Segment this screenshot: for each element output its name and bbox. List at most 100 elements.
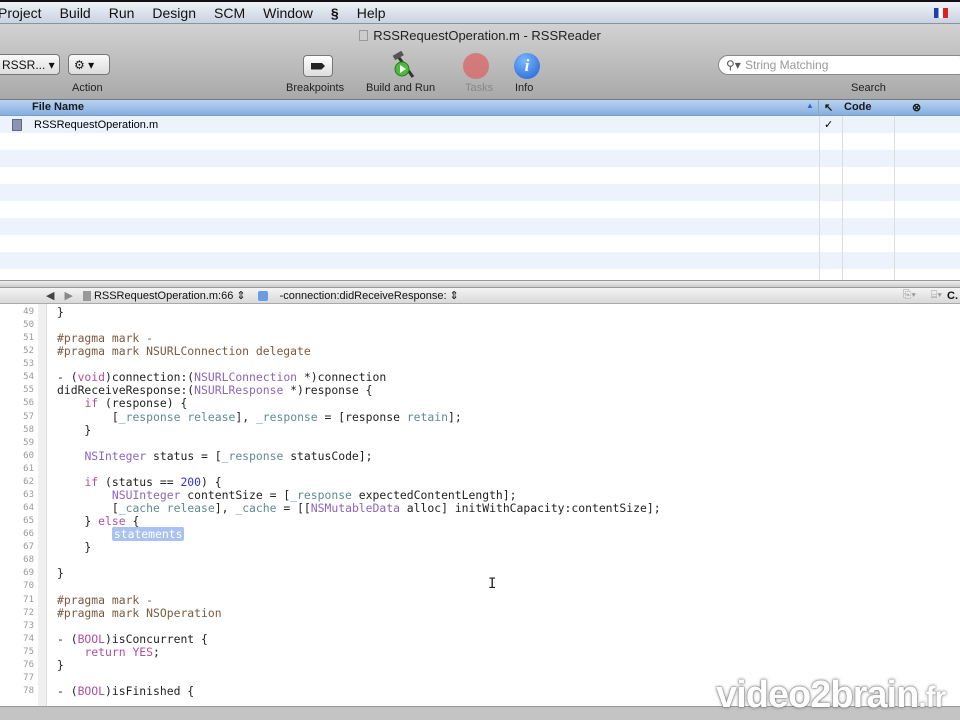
code-token: release bbox=[187, 409, 236, 424]
code-text: } bbox=[57, 306, 64, 319]
search-placeholder: String Matching bbox=[745, 58, 829, 72]
toolbar: RSSRequestOperation.m - RSSReader RSSR..… bbox=[0, 24, 960, 100]
line-number: 51 bbox=[23, 333, 34, 344]
code-text: if (response) { bbox=[57, 397, 187, 410]
placeholder-token[interactable]: statements bbox=[111, 527, 185, 542]
code-line: 59 bbox=[0, 437, 960, 450]
code-text: #pragma mark NSURLConnection delegate bbox=[57, 345, 311, 358]
code-token: #pragma mark NSURLConnection delegate bbox=[57, 344, 311, 359]
code-token: _cache bbox=[235, 501, 277, 516]
code-token: ; bbox=[153, 644, 160, 659]
menu-run[interactable]: Run bbox=[109, 5, 135, 21]
code-token: )connection:( bbox=[105, 370, 195, 385]
menu-window[interactable]: Window bbox=[263, 5, 313, 21]
search-icon: ⚲▾ bbox=[726, 58, 741, 72]
tasks-button[interactable] bbox=[461, 52, 491, 80]
action-label: Action bbox=[72, 82, 103, 94]
bookmarks-icon[interactable]: ⎘▾ bbox=[903, 289, 916, 302]
menu-design[interactable]: Design bbox=[152, 5, 196, 21]
menu-build[interactable]: Build bbox=[60, 5, 91, 21]
code-token: )isConcurrent { bbox=[105, 631, 208, 646]
code-text: NSUInteger contentSize = [_response expe… bbox=[57, 488, 517, 502]
line-number: 57 bbox=[23, 411, 34, 422]
code-token: retain bbox=[406, 409, 448, 424]
line-number: 68 bbox=[23, 555, 34, 566]
back-arrow-icon[interactable]: ◀ bbox=[46, 289, 54, 302]
code-token: else bbox=[98, 514, 126, 529]
file-popup[interactable]: RSSRequestOperation.m:66 bbox=[94, 290, 233, 302]
script-menu-icon[interactable]: § bbox=[331, 5, 339, 21]
line-number: 75 bbox=[23, 646, 34, 657]
code-text: } bbox=[57, 541, 91, 554]
code-check-icon: ✓ bbox=[824, 119, 834, 131]
code-token: (status == bbox=[98, 474, 181, 489]
code-token: *)connection bbox=[297, 370, 387, 385]
code-line: 57 [_response release], _response = [res… bbox=[0, 409, 960, 424]
menu-scm[interactable]: SCM bbox=[214, 5, 245, 21]
code-token: } bbox=[57, 657, 64, 672]
file-icon bbox=[12, 118, 22, 131]
code-token: NSMutableData bbox=[310, 501, 400, 516]
code-line: 61 bbox=[0, 463, 960, 476]
code-token: } bbox=[57, 422, 92, 437]
column-code[interactable]: Code bbox=[844, 101, 872, 113]
function-popup[interactable]: -connection:didReceiveResponse: bbox=[280, 290, 447, 302]
file-list-header: File Name ▲ ↖ Code ⊗ bbox=[0, 100, 960, 116]
code-token: #pragma mark NSOperation bbox=[57, 605, 222, 620]
menu-help[interactable]: Help bbox=[357, 5, 386, 21]
forward-arrow-icon[interactable]: ▶ bbox=[64, 289, 72, 302]
chevron-updown-icon: ⇕ bbox=[236, 290, 246, 302]
line-number: 71 bbox=[23, 594, 34, 605]
breakpoints-menu-icon[interactable]: ⌸▾ bbox=[931, 289, 942, 302]
code-token: { bbox=[125, 514, 140, 529]
menu-project[interactable]: Project bbox=[0, 5, 42, 21]
sort-ascending-icon: ▲ bbox=[806, 101, 814, 110]
code-text: [_cache release], _cache = [[NSMutableDa… bbox=[57, 502, 661, 515]
code-text: } else { bbox=[57, 515, 139, 528]
function-icon bbox=[257, 290, 268, 301]
code-token: ) { bbox=[201, 474, 222, 489]
code-editor[interactable]: 49} 50 51 #pragma mark -52 #pragma mark NSUR… bbox=[0, 304, 960, 706]
column-build-icon[interactable]: ↖ bbox=[824, 101, 833, 114]
code-line: 58 } bbox=[0, 422, 960, 437]
code-token: void bbox=[77, 370, 106, 385]
split-view-divider[interactable] bbox=[0, 280, 960, 288]
code-token: } bbox=[57, 305, 64, 319]
code-token: *)response { bbox=[283, 383, 373, 398]
overview-popup[interactable]: RSSR... ▾ bbox=[0, 54, 60, 75]
code-text: [_response release], _response = [respon… bbox=[57, 409, 462, 424]
build-and-run-label: Build and Run bbox=[366, 82, 436, 94]
code-line: 68 bbox=[0, 554, 960, 567]
code-text: return YES; bbox=[57, 644, 160, 659]
code-token: (response) { bbox=[98, 396, 188, 411]
class-hierarchy-icon[interactable]: C. bbox=[947, 290, 958, 302]
code-line: 53 bbox=[0, 358, 960, 371]
input-source-flag-icon[interactable] bbox=[934, 8, 948, 18]
code-text: } bbox=[57, 657, 64, 672]
chevron-updown-icon: ⇕ bbox=[449, 290, 459, 302]
code-text: - (BOOL)isFinished { bbox=[57, 685, 194, 698]
code-line: 49} bbox=[0, 306, 960, 319]
stop-icon bbox=[463, 53, 489, 79]
line-number: 77 bbox=[23, 672, 34, 683]
column-file-name[interactable]: File Name bbox=[32, 101, 84, 113]
code-text: } bbox=[57, 567, 64, 580]
code-line: 76} bbox=[0, 657, 960, 672]
column-errors-icon[interactable]: ⊗ bbox=[912, 101, 921, 114]
code-token: ], bbox=[214, 501, 236, 516]
line-number: 78 bbox=[23, 686, 34, 697]
file-row[interactable]: RSSRequestOperation.m ✓ bbox=[0, 116, 960, 133]
build-and-run-button[interactable] bbox=[389, 51, 419, 80]
video2brain-watermark: video2brain.fr bbox=[716, 674, 946, 716]
action-popup[interactable]: ⚙ ▾ bbox=[68, 54, 110, 75]
code-token: YES bbox=[132, 644, 154, 659]
info-icon: i bbox=[514, 53, 540, 79]
code-token: - ( bbox=[57, 370, 78, 385]
info-button[interactable]: i bbox=[512, 52, 542, 80]
search-field[interactable]: ⚲▾ String Matching bbox=[718, 55, 960, 75]
code-text: didReceiveResponse:(NSURLResponse *)resp… bbox=[57, 384, 372, 397]
breakpoints-button[interactable] bbox=[303, 52, 333, 80]
line-number: 61 bbox=[23, 463, 34, 474]
